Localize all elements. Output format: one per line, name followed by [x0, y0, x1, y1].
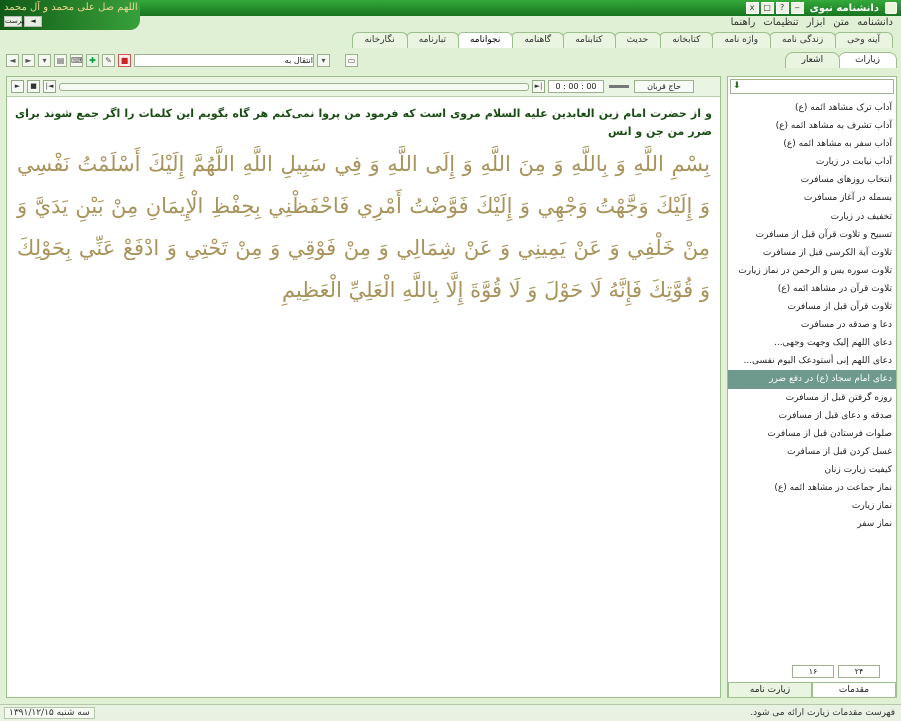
- status-date: سه شنبه ۱۳۹۱/۱۲/۱۵: [4, 707, 95, 719]
- audio-time: 0 : 00 : 00: [548, 80, 604, 93]
- list-item[interactable]: تلاوت قرآن قبل از مسافرت: [728, 298, 896, 316]
- plugin-icon[interactable]: ✚: [86, 53, 99, 67]
- prayer-arabic-text: بِسْمِ اللَّهِ وَ بِاللَّهِ وَ مِنَ اللَ…: [17, 152, 710, 302]
- goto-dropdown[interactable]: انتقال به: [134, 53, 314, 67]
- banner-buttons: فهرست ◄: [4, 16, 42, 27]
- module-tabs: آینه وحی زندگی نامه واژه نامه کتابخانه ح…: [351, 32, 893, 48]
- tab-ketabnameh[interactable]: کتابنامه: [562, 32, 616, 48]
- tab-ziyarat[interactable]: زیارات: [838, 52, 897, 68]
- list-item[interactable]: آداب ترک مشاهد ائمه (ع): [728, 99, 896, 117]
- list-item[interactable]: آداب نیابت در زیارت: [728, 153, 896, 171]
- tab-negarkhaneh[interactable]: نگارخانه: [351, 32, 408, 48]
- topic-list: آداب ترک مشاهد ائمه (ع) آداب تشرف به مشا…: [728, 99, 896, 533]
- list-item[interactable]: دعای اللهم إلیک وجهت وجهی...: [728, 334, 896, 352]
- banner-back-button[interactable]: ◄: [24, 16, 42, 27]
- play-icon[interactable]: ►: [11, 80, 24, 93]
- down-icon[interactable]: ▾: [38, 53, 51, 67]
- sidebar-search-input[interactable]: ⬇: [730, 79, 894, 94]
- prayer-intro: و از حضرت امام زین العابدین علیه السلام …: [15, 107, 712, 138]
- tab-najvanameh[interactable]: نجوانامه: [456, 32, 514, 48]
- list-item[interactable]: تلاوت سوره یس و الرحمن در نماز زیارت: [728, 262, 896, 280]
- salawat-banner: اللهم صل علی محمد و آل محمد فهرست ◄: [0, 0, 140, 30]
- tab-vajehnameh[interactable]: واژه نامه: [711, 32, 772, 48]
- app-icon: [885, 2, 897, 14]
- list-item[interactable]: دعا و صدقه در مسافرت: [728, 316, 896, 334]
- list-pager: ۲۴ ۱۶: [728, 665, 896, 679]
- sidebar-bottom-tabs: مقدمات زیارت نامه: [728, 682, 896, 698]
- maximize-button[interactable]: □: [760, 2, 774, 14]
- tab-hadith[interactable]: حدیث: [613, 32, 662, 48]
- menu-bar: دانشنامه متن ابزار تنظیمات راهنما: [731, 17, 901, 31]
- audio-progress-bar[interactable]: [59, 82, 529, 91]
- audio-player: ► ■ |◄ ►| 0 : 00 : 00 حاج قربان: [7, 77, 720, 97]
- banner-text: اللهم صل علی محمد و آل محمد: [4, 2, 138, 13]
- menu-item-encyclopedia[interactable]: دانشنامه: [857, 17, 893, 31]
- main-content-panel: ► ■ |◄ ►| 0 : 00 : 00 حاج قربان و از حضر…: [6, 76, 721, 698]
- list-item-selected[interactable]: دعای امام سجاد (ع) در دفع ضرر: [728, 370, 896, 389]
- edit-icon[interactable]: ✎: [102, 53, 115, 67]
- tab-moqaddamat[interactable]: مقدمات: [812, 682, 896, 698]
- list-item[interactable]: صدقه و دعای قبل از مسافرت: [728, 407, 896, 425]
- menu-item-settings[interactable]: تنظیمات: [763, 17, 798, 31]
- list-item[interactable]: نماز سفر: [728, 515, 896, 533]
- note-icon[interactable]: ▭: [345, 53, 358, 67]
- list-item[interactable]: تلاوت آیة الکرسی قبل از مسافرت: [728, 244, 896, 262]
- forward-icon[interactable]: ►: [22, 53, 35, 67]
- list-item[interactable]: تسبیح و تلاوت قرآن قبل از مسافرت: [728, 226, 896, 244]
- help-button[interactable]: ?: [775, 2, 789, 14]
- tab-gahnameh[interactable]: گاهنامه: [511, 32, 565, 48]
- tab-zendeginameh[interactable]: زندگی نامه: [769, 32, 837, 48]
- window-title: دانشنامه نبوی: [809, 2, 879, 14]
- tab-ayeneh-vahy[interactable]: آینه وحی: [834, 32, 893, 48]
- search-icon: ⬇: [733, 81, 741, 91]
- pdf-icon[interactable]: ■: [118, 53, 131, 67]
- pager-total: ۲۴: [838, 665, 880, 678]
- tab-ashar[interactable]: اشعار: [784, 52, 841, 68]
- list-item[interactable]: کیفیت زیارت زنان: [728, 461, 896, 479]
- print-icon[interactable]: ▤: [54, 53, 67, 67]
- topic-sidebar: ⬇ آداب ترک مشاهد ائمه (ع) آداب تشرف به م…: [727, 76, 897, 698]
- volume-slider[interactable]: [609, 85, 629, 88]
- list-item[interactable]: تخفیف در زیارت: [728, 208, 896, 226]
- list-item[interactable]: تلاوت قرآن در مشاهد ائمه (ع): [728, 280, 896, 298]
- list-item[interactable]: روزه گرفتن قبل از مسافرت: [728, 389, 896, 407]
- prev-icon[interactable]: |◄: [43, 80, 56, 93]
- prayer-text: و از حضرت امام زین العابدین علیه السلام …: [11, 101, 716, 691]
- list-item[interactable]: غسل کردن قبل از مسافرت: [728, 443, 896, 461]
- next-icon[interactable]: ►|: [532, 80, 545, 93]
- reciter-select[interactable]: حاج قربان: [634, 80, 694, 93]
- window-controls: ‒ ? □ x: [745, 2, 804, 14]
- toolbar: ◄ ► ▾ ▤ ⌨ ✚ ✎ ■ انتقال به ▾ ▭: [0, 50, 901, 70]
- tab-ziyaratnameh[interactable]: زیارت نامه: [728, 682, 812, 698]
- close-button[interactable]: x: [745, 2, 759, 14]
- list-item[interactable]: انتخاب روزهای مسافرت: [728, 171, 896, 189]
- list-item[interactable]: دعای اللهم إنی أستودعک الیوم نفسی...: [728, 352, 896, 370]
- banner-menu-button[interactable]: فهرست: [4, 16, 28, 27]
- status-bar: فهرست مقدمات زیارت ارائه می شود. سه شنبه…: [0, 704, 901, 721]
- goto-dropdown-arrow-icon[interactable]: ▾: [317, 53, 330, 67]
- tab-tabarnameh[interactable]: تبارنامه: [405, 32, 459, 48]
- content-type-tabs: زیارات اشعار: [784, 52, 897, 68]
- list-item[interactable]: آداب تشرف به مشاهد ائمه (ع): [728, 117, 896, 135]
- list-item[interactable]: آداب سفر به مشاهد ائمه (ع): [728, 135, 896, 153]
- list-item[interactable]: نماز جماعت در مشاهد ائمه (ع): [728, 479, 896, 497]
- menu-item-tools[interactable]: ابزار: [807, 17, 826, 31]
- menu-item-help[interactable]: راهنما: [731, 17, 756, 31]
- back-icon[interactable]: ◄: [6, 53, 19, 67]
- list-item[interactable]: صلوات فرستادن قبل از مسافرت: [728, 425, 896, 443]
- status-message: فهرست مقدمات زیارت ارائه می شود.: [750, 708, 895, 718]
- minimize-button[interactable]: ‒: [790, 2, 804, 14]
- keyboard-icon[interactable]: ⌨: [70, 53, 83, 67]
- stop-icon[interactable]: ■: [27, 80, 40, 93]
- list-item[interactable]: بسمله در آغاز مسافرت: [728, 189, 896, 207]
- menu-item-text[interactable]: متن: [833, 17, 849, 31]
- list-item[interactable]: نماز زیارت: [728, 497, 896, 515]
- tab-ketabkhaneh[interactable]: کتابخانه: [659, 32, 714, 48]
- pager-current[interactable]: ۱۶: [792, 665, 834, 678]
